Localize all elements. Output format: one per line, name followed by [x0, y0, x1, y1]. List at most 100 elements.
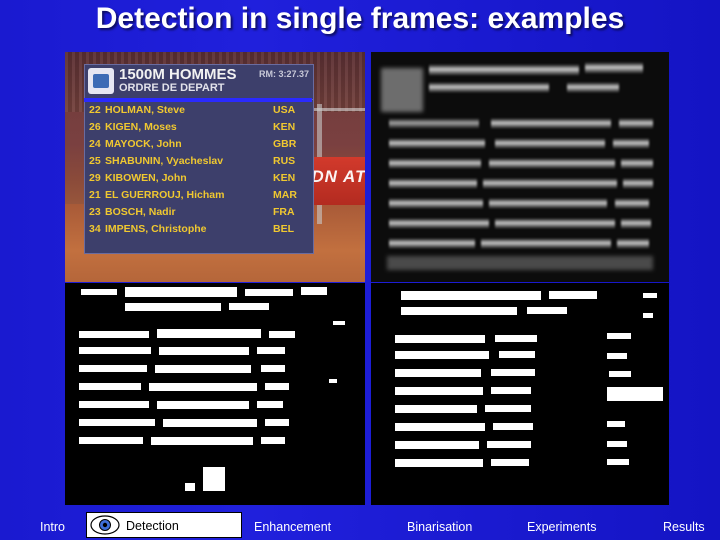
- nav-item-enhancement[interactable]: Enhancement: [254, 520, 331, 534]
- white-blob: [155, 365, 251, 373]
- nav-item-detection-label[interactable]: Detection: [126, 519, 179, 533]
- row-number: 26: [89, 120, 101, 133]
- white-blob: [125, 287, 237, 297]
- white-blob: [157, 401, 249, 409]
- white-blob: [229, 303, 269, 310]
- row-country: KEN: [273, 120, 296, 133]
- nav-item-intro[interactable]: Intro: [40, 520, 65, 534]
- row-name: EL GUERROUJ, Hicham: [105, 188, 225, 201]
- row-country: BEL: [273, 222, 294, 235]
- white-blob: [643, 313, 653, 318]
- white-blob: [269, 331, 295, 338]
- white-blob: [149, 383, 257, 391]
- white-blob: [607, 441, 627, 447]
- image-binarised-frame-right: [371, 283, 669, 505]
- white-blob: [493, 423, 533, 430]
- grey-blob: [387, 256, 653, 270]
- row-name: KIGEN, Moses: [105, 120, 177, 133]
- table-row: 34 IMPENS, Christophe BEL: [85, 220, 313, 237]
- white-blob: [491, 369, 535, 376]
- row-country: KEN: [273, 171, 296, 184]
- grey-stripe: [481, 238, 611, 249]
- grey-stripe: [389, 118, 479, 129]
- white-blob: [485, 405, 531, 412]
- nav-item-experiments[interactable]: Experiments: [527, 520, 596, 534]
- row-country: MAR: [273, 188, 297, 201]
- nav-item-results[interactable]: Results: [663, 520, 705, 534]
- grey-stripe: [489, 198, 607, 209]
- white-blob: [395, 423, 485, 431]
- row-number: 25: [89, 154, 101, 167]
- scoreboard-logo-icon: [88, 68, 114, 94]
- white-blob: [203, 467, 225, 491]
- grey-stripe: [389, 178, 477, 189]
- white-blob: [185, 483, 195, 491]
- white-blob: [395, 351, 489, 359]
- row-country: USA: [273, 103, 296, 116]
- row-name: MAYOCK, John: [105, 137, 182, 150]
- row-number: 21: [89, 188, 101, 201]
- grey-stripe: [621, 218, 651, 229]
- white-blob: [401, 291, 541, 300]
- white-blob: [549, 291, 597, 299]
- white-blob: [395, 335, 485, 343]
- white-blob: [79, 419, 155, 426]
- row-country: RUS: [273, 154, 296, 167]
- white-blob: [301, 287, 327, 295]
- white-blob: [395, 387, 483, 395]
- grey-stripe: [389, 198, 483, 209]
- row-number: 29: [89, 171, 101, 184]
- white-blob: [395, 369, 481, 377]
- white-blob: [245, 289, 293, 296]
- page-title: Detection in single frames: examples: [95, 2, 625, 35]
- grey-stripe: [623, 178, 653, 189]
- grey-stripe: [495, 218, 615, 229]
- white-blob: [401, 307, 517, 315]
- white-blob: [79, 347, 151, 354]
- row-country: FRA: [273, 205, 295, 218]
- white-blob: [79, 365, 147, 372]
- white-blob: [487, 441, 531, 448]
- white-blob: [163, 419, 257, 427]
- table-row: 29 KIBOWEN, John KEN: [85, 169, 313, 186]
- row-name: BOSCH, Nadir: [105, 205, 176, 218]
- image-enhanced-greyscale-frame: [371, 52, 669, 282]
- eye-icon: [90, 515, 120, 535]
- white-blob: [261, 437, 285, 444]
- white-blob: [607, 421, 625, 427]
- white-blob: [265, 383, 289, 390]
- white-blob: [157, 329, 261, 338]
- scoreboard-timer: RM: 3:27.37: [258, 69, 309, 79]
- table-row: 25 SHABUNIN, Vyacheslav RUS: [85, 152, 313, 169]
- white-blob: [79, 401, 149, 408]
- white-blob: [607, 459, 629, 465]
- white-blob: [607, 353, 627, 359]
- white-blob: [527, 307, 567, 314]
- table-row: 23 BOSCH, Nadir FRA: [85, 203, 313, 220]
- grey-stripe: [617, 238, 649, 249]
- footer-nav: Intro Detection Enhancement Binarisation…: [0, 508, 720, 540]
- white-blob: [643, 293, 657, 298]
- image-binarised-frame-left: [65, 283, 365, 505]
- white-blob: [491, 459, 529, 466]
- white-blob: [79, 383, 141, 390]
- nav-item-binarisation[interactable]: Binarisation: [407, 520, 472, 534]
- grey-stripe: [483, 178, 617, 189]
- slide: Detection in single frames: examples DN …: [0, 0, 720, 540]
- white-blob: [609, 371, 631, 377]
- grey-stripe: [491, 118, 611, 129]
- scoreboard-rows: 22 HOLMAN, Steve USA 26 KIGEN, Moses KEN…: [85, 100, 313, 237]
- table-row: 22 HOLMAN, Steve USA: [85, 101, 313, 118]
- grey-stripe: [389, 138, 485, 149]
- table-row: 21 EL GUERROUJ, Hicham MAR: [85, 186, 313, 203]
- white-blob: [329, 379, 337, 383]
- scoreboard-title: 1500M HOMMES: [119, 66, 237, 83]
- grey-stripe: [389, 218, 489, 229]
- white-blob: [125, 303, 221, 311]
- row-name: IMPENS, Christophe: [105, 222, 207, 235]
- white-blob: [607, 387, 663, 401]
- grey-stripe: [615, 198, 649, 209]
- white-blob: [395, 459, 483, 467]
- scoreboard-header: 1500M HOMMES ORDRE DE DEPART RM: 3:27.37: [85, 65, 313, 100]
- scoreboard-subtitle: ORDRE DE DEPART: [119, 82, 225, 94]
